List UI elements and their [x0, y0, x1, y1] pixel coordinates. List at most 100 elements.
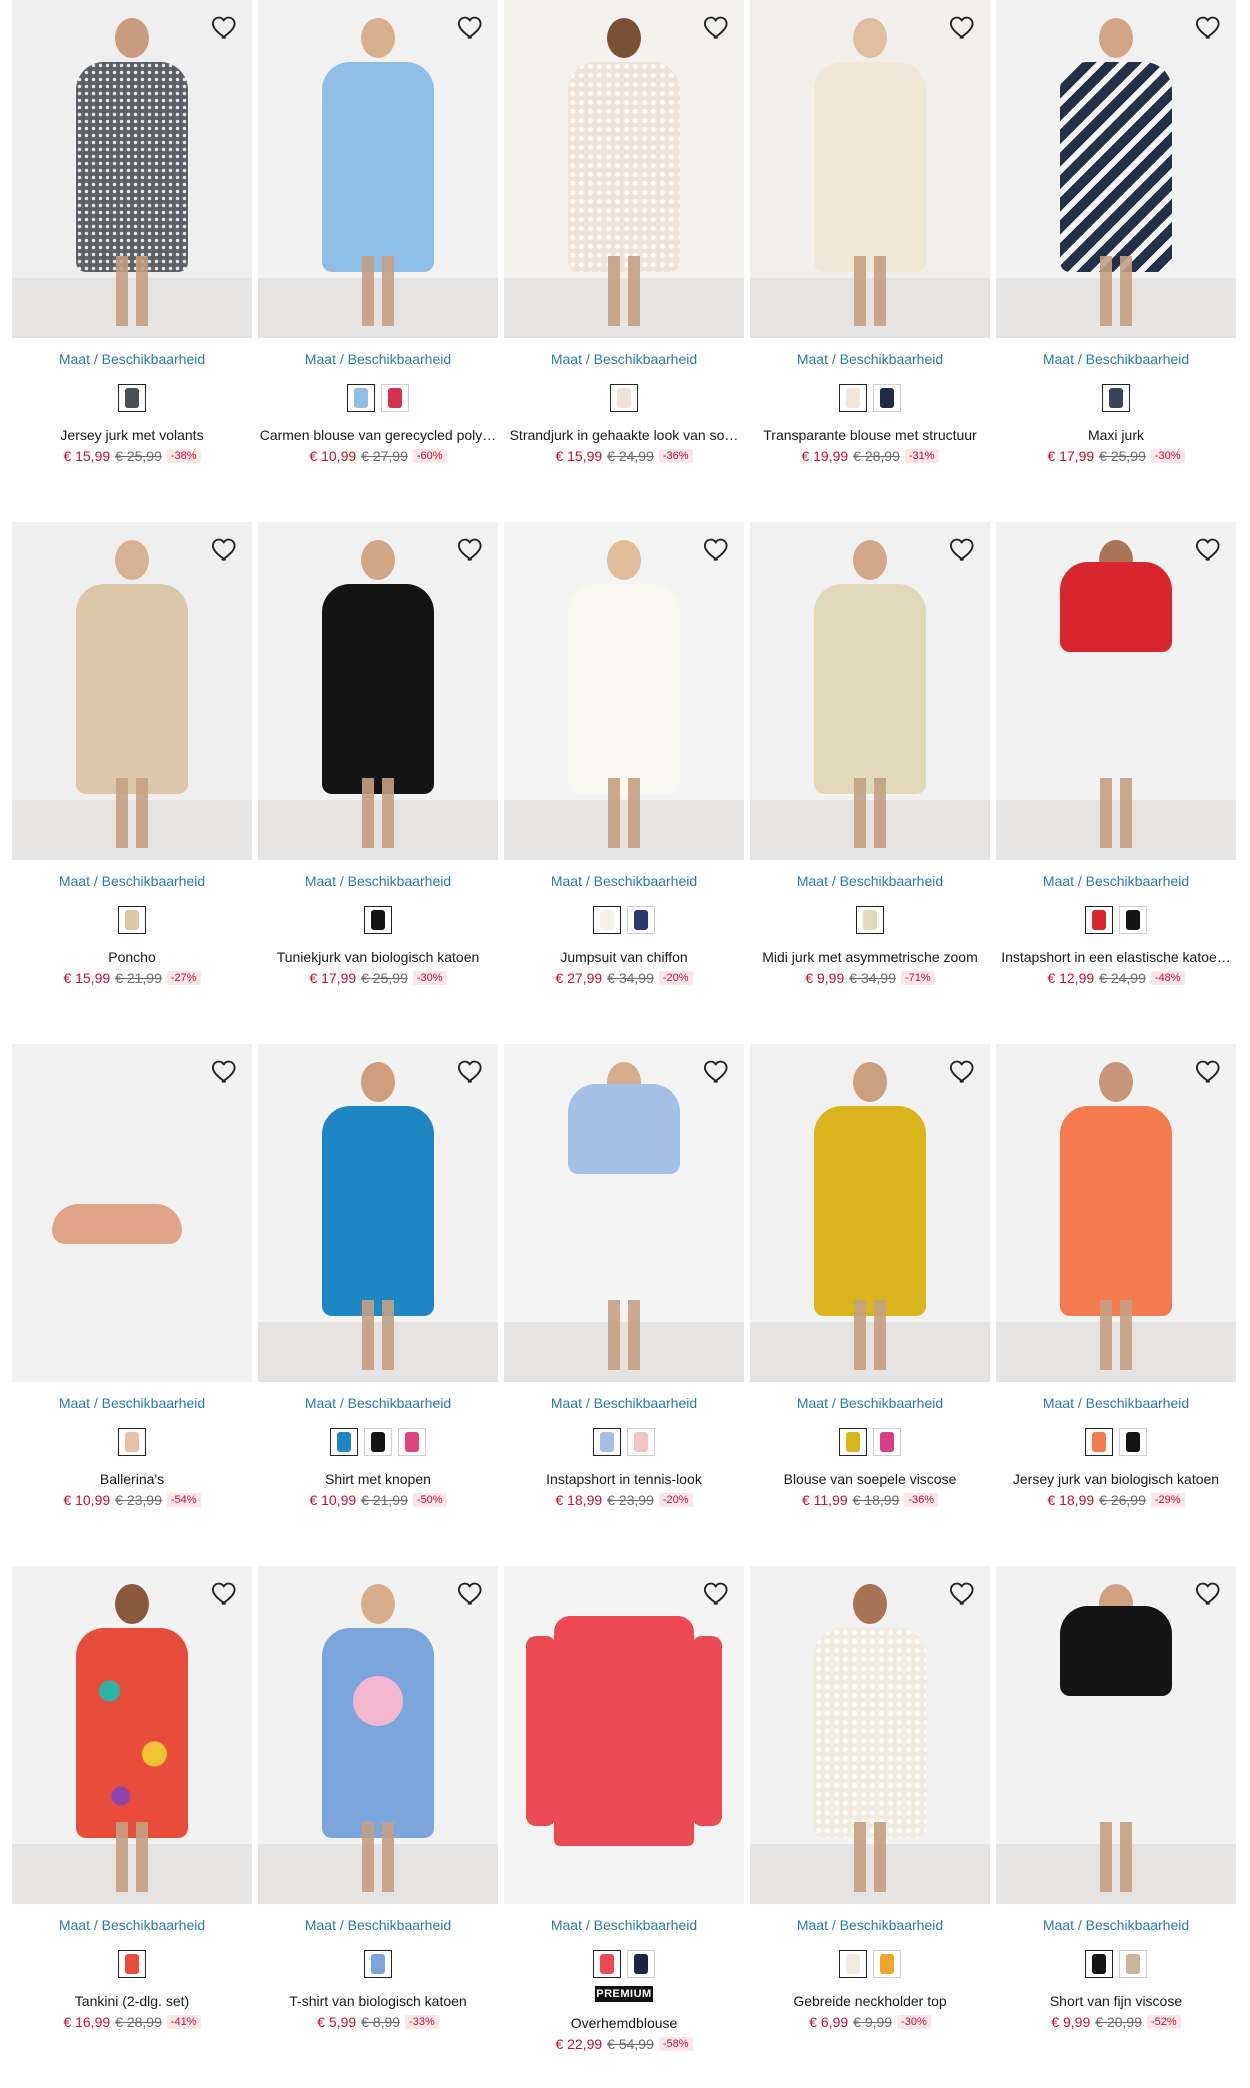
product-name[interactable]: Midi jurk met asymmetrische zoom [750, 948, 990, 966]
color-swatch[interactable] [118, 906, 146, 934]
size-availability-link[interactable]: Maat / Beschikbaarheid [258, 350, 498, 368]
color-swatch[interactable] [330, 1428, 358, 1456]
color-swatch[interactable] [398, 1428, 426, 1456]
color-swatch[interactable] [627, 906, 655, 934]
product-image[interactable] [258, 1044, 498, 1382]
product-card[interactable]: Maat / Beschikbaarheid PREMIUM Overhemdblo… [504, 1566, 744, 2088]
wishlist-heart-icon[interactable] [700, 532, 734, 566]
color-swatch[interactable] [1119, 906, 1147, 934]
color-swatch[interactable] [873, 384, 901, 412]
product-name[interactable]: Gebreide neckholder top [750, 1992, 990, 2010]
product-card[interactable]: Maat / Beschikbaarheid Jumpsuit van chiff… [504, 522, 744, 1044]
color-swatch[interactable] [1085, 1950, 1113, 1978]
product-image[interactable] [996, 1566, 1236, 1904]
color-swatch[interactable] [364, 1428, 392, 1456]
size-availability-link[interactable]: Maat / Beschikbaarheid [12, 872, 252, 890]
wishlist-heart-icon[interactable] [208, 10, 242, 44]
product-image[interactable] [258, 522, 498, 860]
product-image[interactable] [750, 1566, 990, 1904]
product-name[interactable]: Jersey jurk met volants [12, 426, 252, 444]
wishlist-heart-icon[interactable] [454, 1054, 488, 1088]
product-name[interactable]: Jumpsuit van chiffon [504, 948, 744, 966]
size-availability-link[interactable]: Maat / Beschikbaarheid [504, 872, 744, 890]
product-name[interactable]: Jersey jurk van biologisch katoen [996, 1470, 1236, 1488]
wishlist-heart-icon[interactable] [946, 10, 980, 44]
product-image[interactable] [258, 1566, 498, 1904]
product-name[interactable]: Maxi jurk [996, 426, 1236, 444]
wishlist-heart-icon[interactable] [946, 1576, 980, 1610]
color-swatch[interactable] [593, 1428, 621, 1456]
product-name[interactable]: Transparante blouse met structuur [750, 426, 990, 444]
size-availability-link[interactable]: Maat / Beschikbaarheid [504, 350, 744, 368]
product-image[interactable] [12, 522, 252, 860]
size-availability-link[interactable]: Maat / Beschikbaarheid [258, 872, 498, 890]
product-image[interactable] [12, 1044, 252, 1382]
wishlist-heart-icon[interactable] [208, 1054, 242, 1088]
product-card[interactable]: Maat / Beschikbaarheid Tankini (2-dlg. se… [12, 1566, 252, 2088]
product-card[interactable]: Maat / Beschikbaarheid Maxi jurk € 17,99 € … [996, 0, 1236, 522]
wishlist-heart-icon[interactable] [946, 532, 980, 566]
product-image[interactable] [258, 0, 498, 338]
product-name[interactable]: Overhemdblouse [504, 2014, 744, 2032]
color-swatch[interactable] [118, 1950, 146, 1978]
product-image[interactable] [750, 522, 990, 860]
wishlist-heart-icon[interactable] [454, 532, 488, 566]
color-swatch[interactable] [118, 384, 146, 412]
color-swatch[interactable] [873, 1950, 901, 1978]
product-card[interactable]: Maat / Beschikbaarheid Midi jurk met asym… [750, 522, 990, 1044]
product-name[interactable]: Poncho [12, 948, 252, 966]
color-swatch[interactable] [610, 384, 638, 412]
product-card[interactable]: Maat / Beschikbaarheid Blouse van soepele… [750, 1044, 990, 1566]
wishlist-heart-icon[interactable] [946, 1054, 980, 1088]
size-availability-link[interactable]: Maat / Beschikbaarheid [750, 872, 990, 890]
color-swatch[interactable] [364, 1950, 392, 1978]
product-image[interactable] [996, 0, 1236, 338]
wishlist-heart-icon[interactable] [1192, 1576, 1226, 1610]
color-swatch[interactable] [873, 1428, 901, 1456]
size-availability-link[interactable]: Maat / Beschikbaarheid [12, 350, 252, 368]
wishlist-heart-icon[interactable] [700, 10, 734, 44]
product-name[interactable]: Instapshort in een elastische katoe… [996, 948, 1236, 966]
size-availability-link[interactable]: Maat / Beschikbaarheid [996, 872, 1236, 890]
product-card[interactable]: Maat / Beschikbaarheid T-shirt van biolog… [258, 1566, 498, 2088]
size-availability-link[interactable]: Maat / Beschikbaarheid [750, 350, 990, 368]
size-availability-link[interactable]: Maat / Beschikbaarheid [996, 350, 1236, 368]
color-swatch[interactable] [839, 1950, 867, 1978]
product-image[interactable] [504, 522, 744, 860]
product-name[interactable]: Short van fijn viscose [996, 1992, 1236, 2010]
product-image[interactable] [504, 0, 744, 338]
product-name[interactable]: Carmen blouse van gerecycled poly… [258, 426, 498, 444]
product-card[interactable]: Maat / Beschikbaarheid Poncho € 15,99 € 21,… [12, 522, 252, 1044]
product-card[interactable]: Maat / Beschikbaarheid Instapshort in ten… [504, 1044, 744, 1566]
product-card[interactable]: Maat / Beschikbaarheid Jersey jurk met vo… [12, 0, 252, 522]
product-image[interactable] [750, 0, 990, 338]
color-swatch[interactable] [1085, 906, 1113, 934]
color-swatch[interactable] [1102, 384, 1130, 412]
size-availability-link[interactable]: Maat / Beschikbaarheid [258, 1916, 498, 1934]
color-swatch[interactable] [347, 384, 375, 412]
wishlist-heart-icon[interactable] [1192, 532, 1226, 566]
product-name[interactable]: Instapshort in tennis-look [504, 1470, 744, 1488]
product-image[interactable] [750, 1044, 990, 1382]
wishlist-heart-icon[interactable] [700, 1054, 734, 1088]
wishlist-heart-icon[interactable] [1192, 10, 1226, 44]
size-availability-link[interactable]: Maat / Beschikbaarheid [996, 1394, 1236, 1412]
product-card[interactable]: Maat / Beschikbaarheid Tuniekjurk van bio… [258, 522, 498, 1044]
color-swatch[interactable] [627, 1950, 655, 1978]
product-image[interactable] [12, 0, 252, 338]
product-card[interactable]: Maat / Beschikbaarheid Shirt met knopen € … [258, 1044, 498, 1566]
size-availability-link[interactable]: Maat / Beschikbaarheid [750, 1916, 990, 1934]
product-card[interactable]: Maat / Beschikbaarheid Carmen blouse van … [258, 0, 498, 522]
product-name[interactable]: Strandjurk in gehaakte look van so… [504, 426, 744, 444]
product-name[interactable]: Ballerina's [12, 1470, 252, 1488]
product-card[interactable]: Maat / Beschikbaarheid Jersey jurk van bi… [996, 1044, 1236, 1566]
product-card[interactable]: Maat / Beschikbaarheid Strandjurk in geha… [504, 0, 744, 522]
product-name[interactable]: Blouse van soepele viscose [750, 1470, 990, 1488]
product-image[interactable] [996, 1044, 1236, 1382]
product-image[interactable] [996, 522, 1236, 860]
size-availability-link[interactable]: Maat / Beschikbaarheid [996, 1916, 1236, 1934]
color-swatch[interactable] [381, 384, 409, 412]
product-card[interactable]: Maat / Beschikbaarheid Short van fijn vis… [996, 1566, 1236, 2088]
product-name[interactable]: Shirt met knopen [258, 1470, 498, 1488]
size-availability-link[interactable]: Maat / Beschikbaarheid [12, 1394, 252, 1412]
